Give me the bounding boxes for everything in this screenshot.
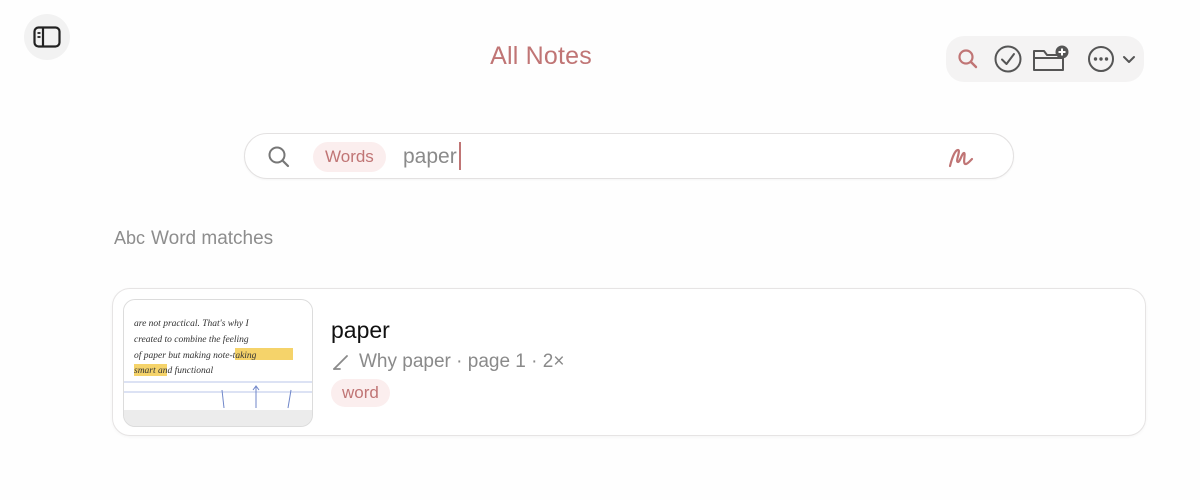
pencil-icon — [333, 355, 348, 370]
result-meta-text: Why paper · page 1 · 2× — [359, 351, 565, 372]
new-folder-icon — [1033, 45, 1069, 71]
search-icon — [958, 49, 978, 69]
search-icon — [268, 146, 290, 168]
search-bar: Words — [244, 133, 1014, 179]
search-input[interactable] — [403, 142, 923, 172]
search-filter-chip[interactable]: Words — [313, 142, 386, 172]
more-icon — [1088, 46, 1114, 72]
thumbnail-page: are not practical. That's why I created … — [124, 300, 312, 426]
result-title: paper — [331, 317, 390, 343]
thumbnail-text-line: smart and functional — [134, 365, 214, 376]
more-menu-button[interactable] — [1084, 36, 1140, 82]
thumbnail-text-line: of paper but making note-taking — [134, 350, 257, 361]
search-button[interactable] — [946, 36, 990, 82]
handwriting-icon[interactable] — [947, 144, 975, 170]
section-title: Word matches — [151, 228, 274, 249]
match-type-tag: word — [331, 379, 390, 407]
text-caret — [459, 142, 461, 170]
search-result-card[interactable]: are not practical. That's why I created … — [112, 288, 1146, 436]
chevron-down-icon — [1123, 56, 1135, 63]
select-button[interactable] — [990, 36, 1026, 82]
select-check-icon — [994, 45, 1022, 73]
section-prefix: Abc — [114, 228, 146, 248]
toolbar — [946, 36, 1144, 82]
thumbnail-text-line: created to combine the feeling — [134, 334, 249, 345]
result-meta: Why paper · page 1 · 2× — [331, 351, 564, 373]
note-thumbnail: are not practical. That's why I created … — [123, 299, 313, 427]
page-title: All Notes — [490, 42, 592, 70]
section-label: Abc Word matches — [114, 228, 273, 250]
thumbnail-text-line: are not practical. That's why I — [134, 319, 249, 329]
new-folder-button[interactable] — [1026, 36, 1076, 82]
